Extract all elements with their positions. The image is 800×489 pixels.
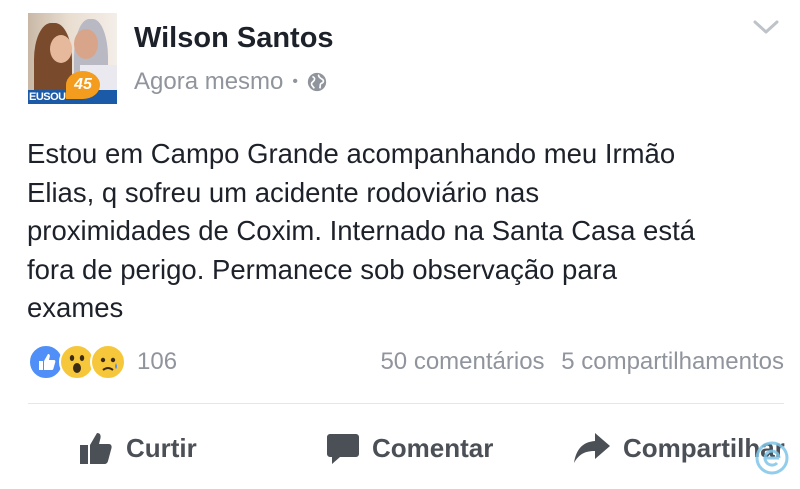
avatar[interactable]: EUSOU 45 (28, 13, 117, 104)
shares-count[interactable]: 5 compartilhamentos (561, 348, 784, 375)
post-text: Estou em Campo Grande acompanhando meu I… (27, 135, 787, 328)
share-arrow-icon (574, 433, 610, 463)
post-meta: Agora mesmo • (134, 68, 328, 96)
avatar-face-left (50, 35, 72, 63)
reactions-summary[interactable]: 106 (28, 344, 178, 380)
like-label: Curtir (126, 432, 197, 463)
comment-button[interactable]: Comentar (326, 420, 493, 476)
post-text-line: proximidades de Coxim. Internado na Sant… (27, 215, 696, 246)
comments-count[interactable]: 50 comentários (380, 348, 544, 375)
avatar-badge-text: EUSOU (29, 91, 66, 103)
watermark-logo-icon (755, 441, 789, 475)
comment-label: Comentar (372, 432, 494, 463)
post-timestamp[interactable]: Agora mesmo (134, 68, 283, 96)
post-text-line: fora de perigo. Permanece sob observação… (27, 253, 618, 285)
chevron-down-icon[interactable] (752, 16, 780, 38)
post-text-line: exames (27, 292, 124, 323)
comment-icon (327, 434, 359, 464)
avatar-face-right (74, 29, 98, 59)
post-text-line: Estou em Campo Grande acompanhando meu I… (27, 138, 676, 169)
post-stats: 50 comentários 5 compartilhamentos (380, 348, 784, 376)
author-name[interactable]: Wilson Santos (134, 22, 334, 55)
action-bar: Curtir Comentar Compartilhar (0, 420, 800, 476)
thumbs-up-icon (80, 433, 112, 464)
post-text-line: Elias, q sofreu um acidente rodoviário n… (27, 176, 540, 208)
meta-separator: • (292, 73, 298, 90)
sad-reaction-icon (90, 344, 126, 380)
globe-icon[interactable] (306, 71, 328, 93)
reaction-count: 106 (137, 348, 178, 375)
divider (28, 403, 784, 404)
avatar-badge-number: 45 (66, 71, 100, 99)
like-button[interactable]: Curtir (78, 420, 197, 476)
